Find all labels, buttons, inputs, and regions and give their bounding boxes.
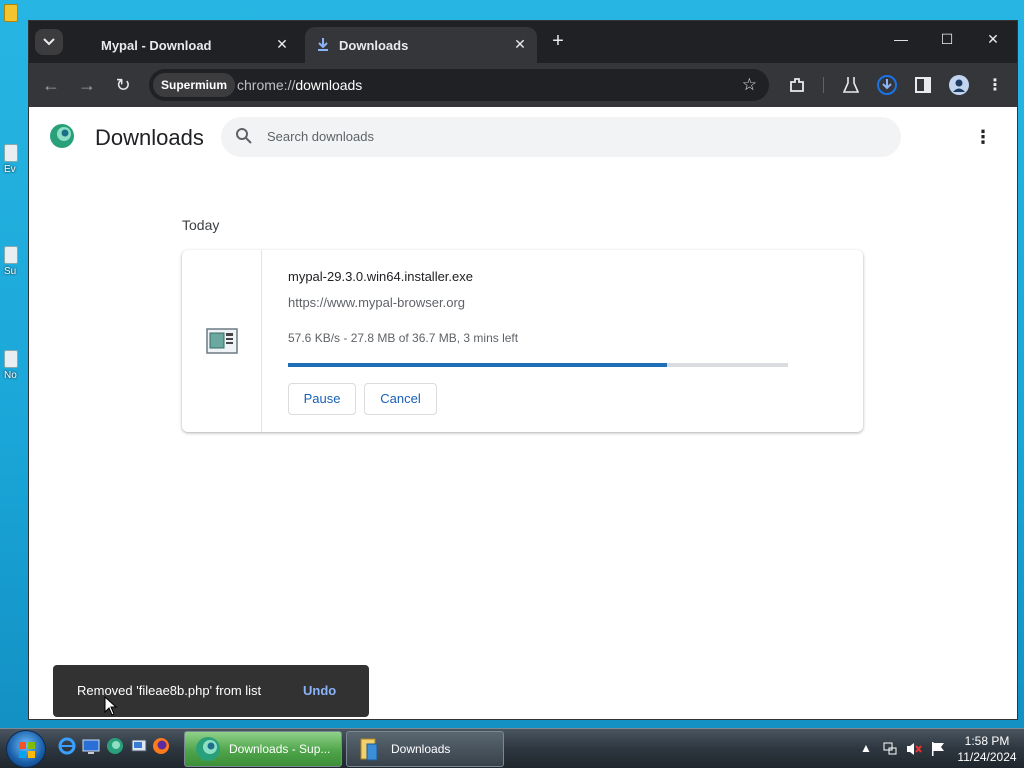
browser-toolbar: ← → ↻ Supermium chrome://downloads ☆ ⋮ [29, 63, 1017, 107]
desktop-icon-label: Ev [4, 164, 16, 175]
forward-arrow-icon[interactable]: → [77, 75, 97, 95]
more-actions-icon[interactable]: ⋮ [973, 127, 993, 147]
network-icon[interactable] [882, 741, 898, 757]
supermium-quicklaunch-icon[interactable] [106, 737, 124, 755]
action-center-flag-icon[interactable] [930, 741, 946, 757]
reload-icon[interactable]: ↻ [113, 75, 133, 95]
start-button[interactable] [6, 730, 46, 768]
close-tab-icon[interactable]: ✕ [275, 37, 289, 51]
download-source-url[interactable]: https://www.mypal-browser.org [288, 295, 465, 310]
clock-time: 1:58 PM [964, 734, 1010, 748]
file-icon [4, 144, 18, 162]
windows-logo-icon [19, 742, 35, 758]
back-arrow-icon[interactable]: ← [41, 75, 61, 95]
close-window-button[interactable]: ✕ [983, 31, 1003, 48]
download-icon [318, 38, 328, 51]
download-progress-fill [288, 363, 667, 367]
downloads-page: Downloads Search downloads ⋮ Today mypal… [29, 107, 1017, 719]
extensions-puzzle-icon[interactable] [787, 75, 807, 95]
tab-title: Downloads [339, 37, 409, 53]
new-tab-button[interactable]: + [547, 31, 569, 51]
taskbar-button-downloads-supermium[interactable]: Downloads - Sup... [184, 731, 342, 767]
taskbar-button-label: Downloads [391, 742, 451, 756]
show-hidden-icons-icon[interactable]: ▲ [860, 741, 872, 755]
page-title: Downloads [95, 125, 204, 150]
tab-title: Mypal - Download [101, 37, 212, 53]
close-tab-icon[interactable]: ✕ [513, 37, 527, 51]
side-panel-icon[interactable] [913, 75, 933, 95]
url-text[interactable]: chrome://downloads [237, 77, 362, 93]
bookmark-star-icon[interactable]: ☆ [742, 75, 757, 95]
url-scheme: chrome:// [237, 77, 296, 93]
firefox-icon[interactable] [152, 737, 170, 755]
search-placeholder: Search downloads [267, 129, 374, 144]
pause-button[interactable]: Pause [288, 383, 356, 415]
undo-button[interactable]: Undo [303, 683, 336, 698]
clock-date: 11/24/2024 [957, 750, 1017, 764]
download-progress-icon[interactable] [877, 75, 897, 95]
desktop-icon-label: Su [4, 266, 17, 277]
supermium-logo-icon [50, 124, 74, 148]
minimize-button[interactable]: — [891, 31, 911, 47]
cancel-button[interactable]: Cancel [364, 383, 437, 415]
tab-mypal-download[interactable]: Mypal - Download ✕ [73, 27, 299, 63]
desktop-icon-3[interactable]: No [4, 350, 22, 381]
show-desktop-icon[interactable] [82, 737, 100, 755]
installer-file-icon [206, 328, 238, 354]
file-icon [4, 246, 18, 264]
url-path: downloads [295, 77, 363, 93]
address-bar[interactable]: Supermium chrome://downloads ☆ [149, 69, 769, 101]
toolbar-divider [823, 77, 824, 93]
taskbar-button-label: Downloads - Sup... [229, 742, 331, 756]
date-heading: Today [182, 217, 220, 233]
taskbar: Downloads - Sup... Downloads ▲ 1:58 PM 1… [0, 728, 1024, 768]
download-progress-bar [288, 363, 788, 367]
folder-icon [360, 738, 378, 761]
desktop-icon-2[interactable]: Su [4, 246, 22, 277]
browser-window: Mypal - Download ✕ Downloads ✕ + — ☐ ✕ ←… [28, 20, 1018, 720]
supermium-app-icon [196, 737, 220, 761]
volume-muted-icon[interactable] [906, 741, 922, 757]
profile-chip[interactable]: Supermium [153, 73, 236, 97]
labs-flask-icon[interactable] [841, 75, 861, 95]
desktop-icon-label: No [4, 370, 17, 381]
desktop-icon-1[interactable]: Ev [4, 144, 22, 175]
mouse-cursor-icon [104, 696, 118, 716]
tab-strip: Mypal - Download ✕ Downloads ✕ + — ☐ ✕ [29, 21, 1017, 63]
tab-downloads[interactable]: Downloads ✕ [305, 27, 537, 63]
taskbar-button-downloads-folder[interactable]: Downloads [346, 731, 504, 767]
profile-avatar-icon[interactable] [949, 75, 969, 95]
internet-explorer-icon[interactable] [58, 737, 76, 755]
menu-kebab-icon[interactable]: ⋮ [985, 75, 1005, 95]
download-item: mypal-29.3.0.win64.installer.exe https:/… [182, 250, 863, 432]
desktop-icon[interactable] [4, 4, 22, 32]
download-filename[interactable]: mypal-29.3.0.win64.installer.exe [288, 269, 473, 284]
window-switcher-icon[interactable] [130, 737, 148, 755]
search-icon [236, 128, 252, 144]
system-clock[interactable]: 1:58 PM 11/24/2024 [956, 733, 1018, 765]
download-status: 57.6 KB/s - 27.8 MB of 36.7 MB, 3 mins l… [288, 331, 519, 345]
file-icon-column [182, 250, 262, 432]
folder-icon [4, 4, 18, 22]
search-downloads-input[interactable]: Search downloads [221, 117, 901, 157]
maximize-button[interactable]: ☐ [937, 31, 957, 48]
file-icon [4, 350, 18, 368]
removed-toast: Removed 'fileae8b.php' from list Undo [53, 665, 369, 717]
tab-search-button[interactable] [35, 29, 63, 55]
chevron-down-icon [43, 38, 55, 46]
